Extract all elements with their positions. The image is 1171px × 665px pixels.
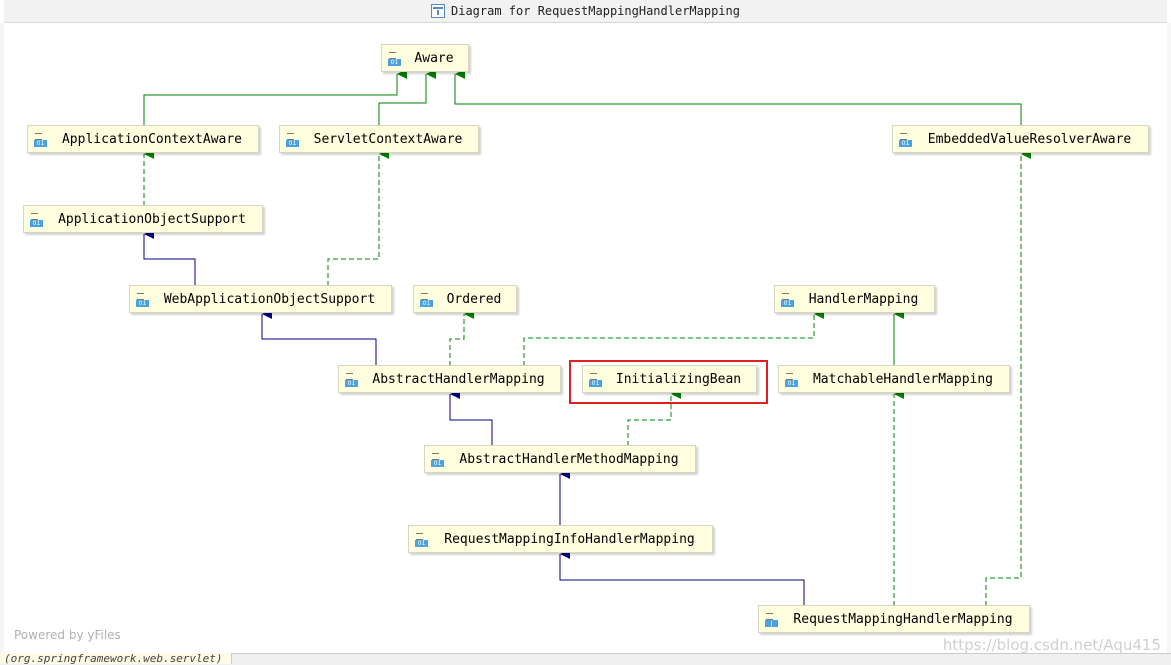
node-request-mapping-info-handler-mapping[interactable]: 01 RequestMappingInfoHandlerMapping — [408, 525, 713, 553]
class-icon: 01 — [345, 373, 359, 387]
node-handler-mapping[interactable]: 01 HandlerMapping — [774, 285, 935, 313]
node-request-mapping-handler-mapping[interactable]: J RequestMappingHandlerMapping — [758, 605, 1030, 633]
interface-icon: 01 — [420, 293, 434, 307]
java-class-icon: J — [765, 613, 779, 627]
node-label: ServletContextAware — [313, 131, 463, 147]
node-label: HandlerMapping — [808, 291, 919, 307]
interface-icon: 01 — [781, 293, 795, 307]
diagram-canvas[interactable]: 01 Aware 01 ApplicationContextAware 01 S… — [4, 23, 1167, 653]
node-label: Ordered — [446, 291, 502, 307]
class-icon: 01 — [431, 453, 445, 467]
node-label: RequestMappingInfoHandlerMapping — [444, 531, 695, 547]
node-application-object-support[interactable]: 01 ApplicationObjectSupport — [23, 205, 263, 233]
node-label: RequestMappingHandlerMapping — [793, 611, 1013, 627]
edge-appctxaware-aware — [143, 69, 407, 126]
interface-icon: 01 — [785, 373, 799, 387]
powered-by-label: Powered by yFiles — [14, 628, 121, 642]
node-servlet-context-aware[interactable]: 01 ServletContextAware — [279, 125, 479, 153]
highlight-box — [569, 360, 768, 404]
node-ordered[interactable]: 01 Ordered — [413, 285, 517, 313]
node-label: WebApplicationObjectSupport — [163, 291, 376, 307]
node-matchable-handler-mapping[interactable]: 01 MatchableHandlerMapping — [778, 365, 1010, 393]
package-hint: (org.springframework.web.servlet) — [0, 653, 232, 664]
interface-icon: 01 — [899, 133, 913, 147]
edge-webappobj-servletctx — [327, 149, 389, 286]
node-label: ApplicationObjectSupport — [58, 211, 246, 227]
node-embedded-value-resolver-aware[interactable]: 01 EmbeddedValueResolverAware — [892, 125, 1149, 153]
edge-rmhm-rmihm — [559, 549, 805, 606]
edge-ahmm-ahm — [449, 389, 493, 446]
node-abstract-handler-method-mapping[interactable]: 01 AbstractHandlerMethodMapping — [424, 445, 696, 473]
diagram-icon — [431, 4, 445, 18]
interface-icon: 01 — [388, 52, 402, 66]
node-label: AbstractHandlerMapping — [372, 371, 545, 387]
edge-ahm-webappobj — [261, 309, 377, 366]
node-web-application-object-support[interactable]: 01 WebApplicationObjectSupport — [129, 285, 392, 313]
node-abstract-handler-mapping[interactable]: 01 AbstractHandlerMapping — [338, 365, 561, 393]
node-label: EmbeddedValueResolverAware — [927, 131, 1132, 147]
window-title: Diagram for RequestMappingHandlerMapping — [451, 4, 740, 18]
node-aware[interactable]: 01 Aware — [381, 44, 469, 72]
node-application-context-aware[interactable]: 01 ApplicationContextAware — [27, 125, 259, 153]
right-editor-edge — [1167, 23, 1171, 653]
edges-layer — [143, 69, 1031, 606]
edge-ahm-handlermapping — [523, 309, 824, 366]
node-label: ApplicationContextAware — [61, 131, 242, 147]
interface-icon: 01 — [286, 133, 300, 147]
class-icon: 01 — [415, 533, 429, 547]
class-icon: 01 — [30, 213, 44, 227]
node-label: MatchableHandlerMapping — [812, 371, 993, 387]
edge-embeddedvalue-aware — [454, 69, 1022, 126]
node-label: AbstractHandlerMethodMapping — [459, 451, 679, 467]
edge-ahm-ordered — [449, 309, 474, 366]
interface-icon: 01 — [34, 133, 48, 147]
edge-servletctxaware-aware — [378, 69, 436, 126]
edge-webappobj-appobj — [143, 229, 196, 286]
watermark: https://blog.csdn.net/Aqu415 — [942, 636, 1161, 654]
node-label: Aware — [414, 50, 454, 66]
class-icon: 01 — [136, 293, 150, 307]
window-title-bar: Diagram for RequestMappingHandlerMapping — [4, 0, 1167, 23]
